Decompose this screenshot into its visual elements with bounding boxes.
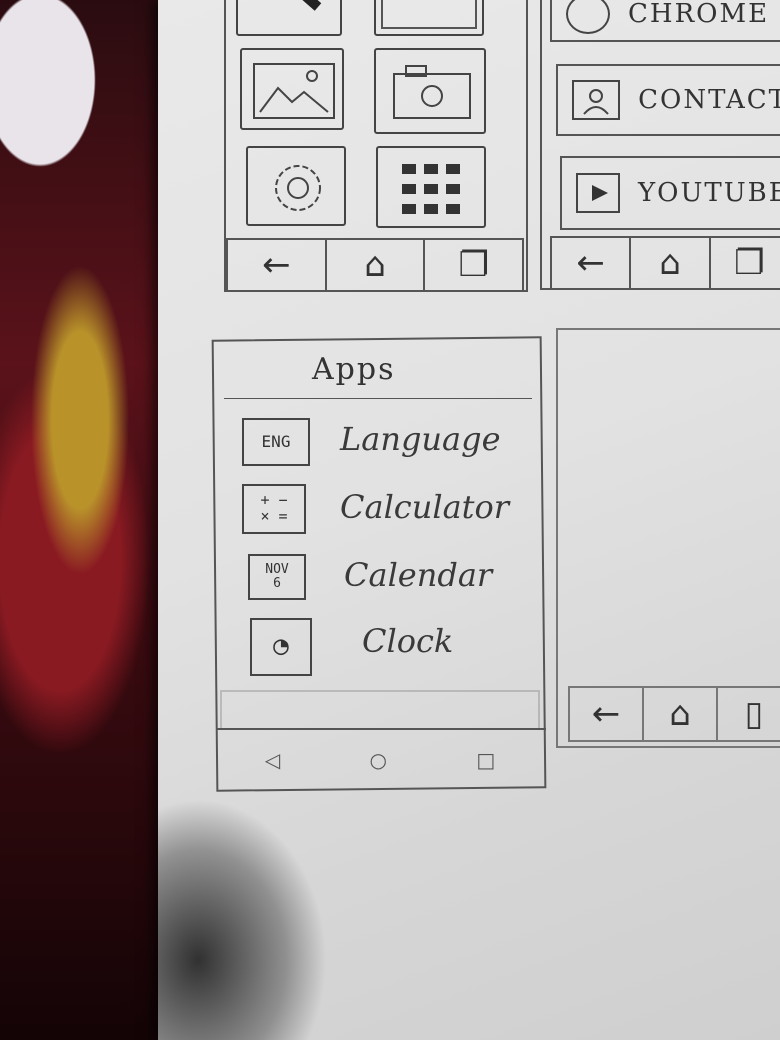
list-item-label: CHROME bbox=[628, 0, 770, 29]
nav-home-button[interactable]: ⌂ bbox=[644, 688, 718, 740]
nav-back-button[interactable]: ← bbox=[228, 240, 327, 290]
list-item-label: YOUTUBE bbox=[638, 178, 780, 208]
nav-recents-button[interactable]: ❐ bbox=[711, 238, 780, 288]
youtube-play-icon bbox=[576, 173, 620, 213]
app-label-clock[interactable]: Clock bbox=[362, 622, 453, 660]
home-icon: ⌂ bbox=[659, 243, 681, 283]
home-icon: ⌂ bbox=[669, 694, 691, 734]
hand-shadow bbox=[158, 760, 418, 1040]
language-icon[interactable]: ENG bbox=[242, 418, 310, 466]
app-grid-icon bbox=[402, 164, 460, 214]
camera-icon bbox=[393, 65, 471, 119]
nav-bar-blank: ← ⌂ ▯ bbox=[568, 686, 780, 742]
settings-gear-icon bbox=[275, 165, 321, 211]
list-item-label: CONTACT bbox=[638, 85, 780, 115]
tile-gallery[interactable] bbox=[240, 48, 344, 130]
page-title: Apps bbox=[312, 352, 396, 387]
pencil-icon bbox=[302, 0, 322, 11]
clock-icon[interactable]: ◔ bbox=[250, 618, 312, 676]
nav-home-button[interactable]: ⌂ bbox=[327, 240, 426, 290]
back-arrow-icon: ← bbox=[576, 243, 605, 283]
contact-icon bbox=[572, 80, 621, 120]
nav-bar-home-grid: ← ⌂ ❐ bbox=[226, 238, 524, 292]
system-nav-divider bbox=[216, 728, 546, 730]
calendar-icon[interactable]: NOV 6 bbox=[248, 554, 306, 600]
list-item-chrome[interactable]: CHROME bbox=[550, 0, 780, 42]
nav-recents-button[interactable]: ▯ bbox=[718, 688, 780, 740]
app-label-calendar[interactable]: Calendar bbox=[344, 556, 492, 594]
home-icon: ⌂ bbox=[364, 245, 386, 285]
tile-window[interactable] bbox=[374, 0, 484, 36]
nav-back-button[interactable]: ← bbox=[570, 688, 644, 740]
tile-settings[interactable] bbox=[246, 146, 346, 226]
back-arrow-icon: ← bbox=[591, 694, 621, 734]
system-recents-icon[interactable]: □ bbox=[476, 748, 495, 772]
tile-app-grid[interactable] bbox=[376, 146, 486, 228]
list-item-youtube[interactable]: YOUTUBE bbox=[560, 156, 780, 230]
faded-nav-bar bbox=[220, 690, 540, 730]
gallery-icon bbox=[253, 63, 335, 119]
app-label-language[interactable]: Language bbox=[340, 420, 501, 458]
tile-pencil[interactable] bbox=[236, 0, 342, 36]
nav-recents-button[interactable]: ❐ bbox=[425, 240, 522, 290]
recents-icon: ❐ bbox=[458, 245, 489, 285]
nav-back-button[interactable]: ← bbox=[552, 238, 632, 288]
app-label-calculator[interactable]: Calculator bbox=[340, 488, 509, 526]
fabric-background bbox=[0, 0, 170, 1040]
apps-header-divider bbox=[224, 398, 532, 399]
recents-icon: ▯ bbox=[744, 694, 764, 734]
nav-home-button[interactable]: ⌂ bbox=[631, 238, 711, 288]
tile-camera[interactable] bbox=[374, 48, 486, 134]
chrome-icon bbox=[566, 0, 610, 34]
window-icon bbox=[381, 0, 477, 29]
phone-sketch-blank bbox=[556, 328, 780, 748]
back-arrow-icon: ← bbox=[262, 245, 291, 285]
list-item-contact[interactable]: CONTACT bbox=[556, 64, 780, 136]
nav-bar-app-list: ← ⌂ ❐ bbox=[550, 236, 780, 290]
recents-icon: ❐ bbox=[734, 243, 765, 283]
calculator-icon[interactable]: + − × = bbox=[242, 484, 306, 534]
